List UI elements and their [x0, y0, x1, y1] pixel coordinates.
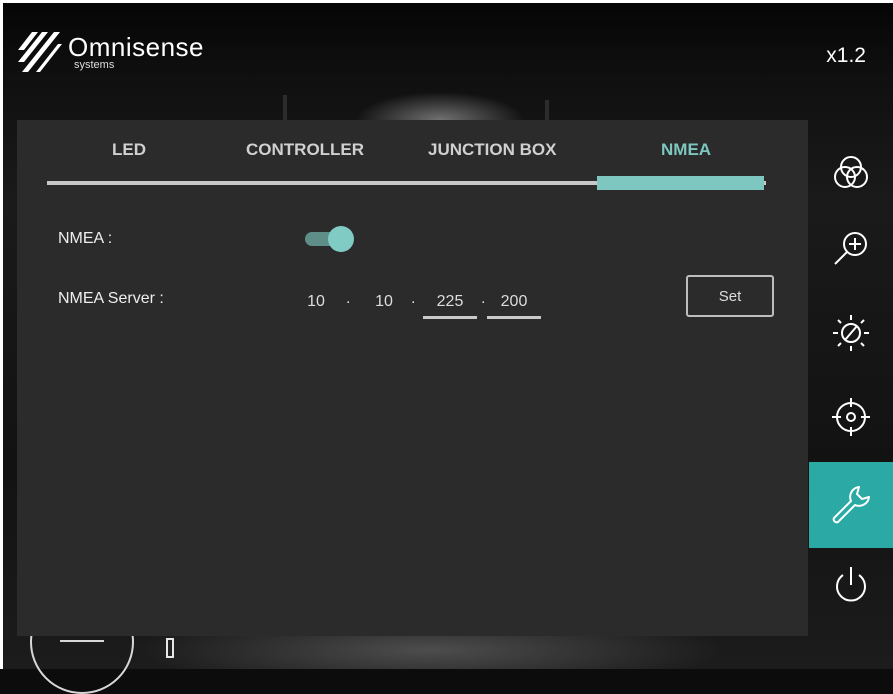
settings-panel: LED CONTROLLER JUNCTION BOX NMEA NMEA : … [17, 120, 808, 636]
crosshair-icon [832, 398, 870, 436]
nmea-label: NMEA : [58, 230, 113, 247]
ip-octet-3[interactable] [423, 288, 477, 319]
background-pole [283, 95, 287, 120]
tilt-indicator [166, 638, 174, 658]
tab-junction-box[interactable]: JUNCTION BOX [428, 140, 556, 160]
brand-name: Omnisense [68, 32, 204, 62]
tab-controller[interactable]: CONTROLLER [246, 140, 364, 160]
right-toolbar [809, 130, 893, 640]
toggle-knob [328, 226, 354, 252]
settings-button[interactable] [809, 462, 893, 548]
ip-octet-2[interactable] [367, 288, 401, 316]
tab-led[interactable]: LED [112, 140, 146, 160]
brightness-button[interactable] [809, 290, 893, 376]
ip-separator: . [481, 290, 486, 307]
zoom-in-icon [834, 232, 867, 265]
color-circles-button[interactable] [809, 130, 893, 216]
background-pole [545, 100, 549, 120]
ip-separator: . [411, 290, 416, 307]
zoom-button[interactable] [809, 205, 893, 291]
brand-logo: Omnisense systems [14, 28, 204, 74]
color-circles-icon [834, 156, 868, 188]
brightness-icon [833, 315, 869, 351]
tab-bar: LED CONTROLLER JUNCTION BOX NMEA [17, 120, 808, 190]
tab-active-indicator [597, 176, 764, 190]
window-edge [0, 0, 3, 669]
power-icon [836, 567, 866, 602]
ip-octet-4[interactable] [487, 288, 541, 319]
wrench-icon [832, 486, 870, 524]
nmea-server-label: NMEA Server : [58, 290, 164, 307]
tab-nmea[interactable]: NMEA [661, 140, 711, 160]
window-edge [0, 0, 893, 3]
logo-mark-icon [18, 32, 62, 72]
zoom-level: x1.2 [826, 44, 866, 67]
target-button[interactable] [809, 374, 893, 460]
ip-separator: . [346, 290, 351, 307]
power-button[interactable] [809, 542, 893, 628]
set-button[interactable]: Set [686, 275, 774, 317]
nmea-toggle[interactable] [305, 226, 357, 252]
ip-octet-1[interactable] [299, 288, 333, 316]
